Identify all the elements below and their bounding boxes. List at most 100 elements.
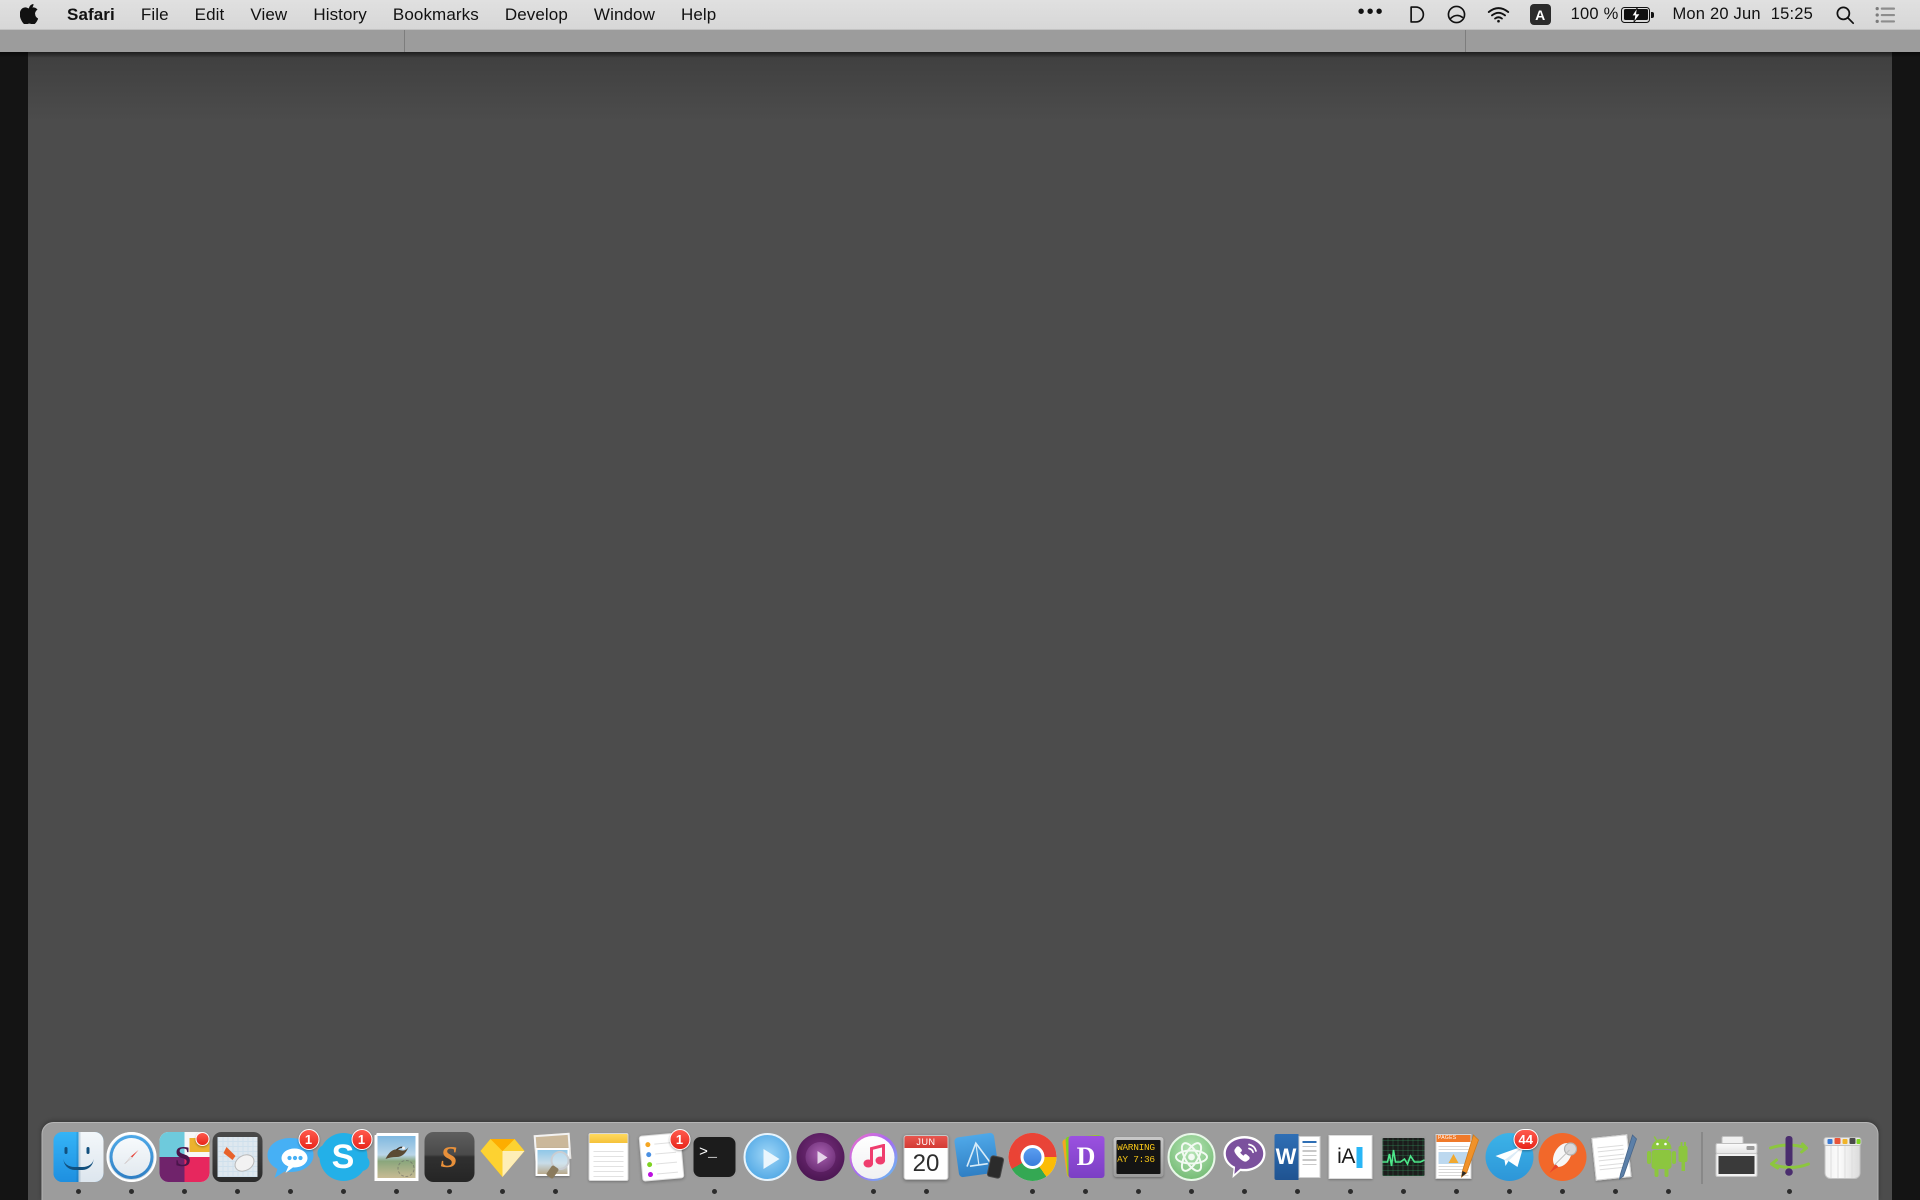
dock-item-skitch[interactable] bbox=[211, 1128, 264, 1200]
battery-percent-label: 100 % bbox=[1571, 5, 1622, 24]
menu-item-edit[interactable]: Edit bbox=[182, 0, 238, 29]
dock-item-skype[interactable]: S 1 bbox=[317, 1128, 370, 1200]
sublime-text-icon: S bbox=[424, 1132, 474, 1182]
dock-item-preview[interactable] bbox=[529, 1128, 582, 1200]
dock-item-finder[interactable] bbox=[52, 1128, 105, 1200]
running-indicator bbox=[1666, 1189, 1671, 1194]
battery-charging-icon bbox=[1621, 7, 1650, 23]
dock-item-notebook[interactable] bbox=[1589, 1128, 1642, 1200]
apple-logo-icon[interactable] bbox=[16, 3, 54, 26]
dock-item-file-transfer[interactable] bbox=[1763, 1128, 1816, 1200]
slack-icon: S bbox=[159, 1132, 209, 1182]
running-indicator bbox=[1507, 1189, 1512, 1194]
menu-item-help[interactable]: Help bbox=[668, 0, 729, 29]
menu-item-file[interactable]: File bbox=[128, 0, 182, 29]
menu-item-window[interactable]: Window bbox=[581, 0, 668, 29]
dock-item-dash[interactable]: D bbox=[1059, 1128, 1112, 1200]
reminders-icon: 1 bbox=[636, 1132, 686, 1182]
dock: S bbox=[42, 1122, 1879, 1200]
running-indicator bbox=[871, 1189, 876, 1194]
dock-item-messages[interactable]: 1 bbox=[264, 1128, 317, 1200]
safari-icon bbox=[106, 1132, 156, 1182]
media-player-icon bbox=[795, 1132, 845, 1182]
ia-writer-icon: iA bbox=[1325, 1132, 1375, 1182]
running-indicator bbox=[1295, 1189, 1300, 1194]
notes-icon bbox=[583, 1132, 633, 1182]
running-indicator bbox=[712, 1189, 717, 1194]
wifi-icon[interactable] bbox=[1477, 0, 1520, 29]
menu-item-view[interactable]: View bbox=[237, 0, 300, 29]
dock-item-activity-monitor[interactable] bbox=[1377, 1128, 1430, 1200]
telegram-badge: 44 bbox=[1514, 1129, 1538, 1150]
dock-item-telegram[interactable]: 44 bbox=[1483, 1128, 1536, 1200]
dock-item-trash[interactable] bbox=[1816, 1128, 1869, 1200]
spotlight-search-icon[interactable] bbox=[1825, 0, 1865, 29]
telegram-icon: 44 bbox=[1484, 1132, 1534, 1182]
running-indicator bbox=[1189, 1189, 1194, 1194]
dock-item-downloads-folder[interactable] bbox=[1710, 1128, 1763, 1200]
menu-item-develop[interactable]: Develop bbox=[492, 0, 581, 29]
clock-date-label: Mon 20 Jun bbox=[1660, 5, 1766, 24]
skype-icon: S 1 bbox=[318, 1132, 368, 1182]
battery-status[interactable]: 100 % bbox=[1561, 0, 1661, 29]
dock-item-microsoft-word[interactable]: W bbox=[1271, 1128, 1324, 1200]
calendar-day-label: 20 bbox=[905, 1148, 948, 1180]
dock-item-xcode[interactable] bbox=[953, 1128, 1006, 1200]
menu-bar-status-area: ••• A bbox=[1348, 0, 1920, 29]
dock-item-android-file-transfer[interactable] bbox=[1642, 1128, 1695, 1200]
keyboard-layout-indicator[interactable]: A bbox=[1520, 0, 1561, 29]
dock-item-reminders[interactable]: 1 bbox=[635, 1128, 688, 1200]
dock-item-mail[interactable] bbox=[370, 1128, 423, 1200]
google-chrome-icon bbox=[1007, 1132, 1057, 1182]
mail-icon bbox=[371, 1132, 421, 1182]
dock-item-media-player[interactable] bbox=[794, 1128, 847, 1200]
dock-item-google-chrome[interactable] bbox=[1006, 1128, 1059, 1200]
running-indicator bbox=[553, 1189, 558, 1194]
calendar-month-label: JUN bbox=[905, 1136, 948, 1148]
warning-line-2: AY 7:36 bbox=[1117, 1154, 1159, 1166]
dock-item-notes[interactable] bbox=[582, 1128, 635, 1200]
terminal-icon: >_ bbox=[689, 1132, 739, 1182]
menu-item-bookmarks[interactable]: Bookmarks bbox=[380, 0, 492, 29]
dock-item-calendar[interactable]: JUN 20 bbox=[900, 1128, 953, 1200]
reminders-badge: 1 bbox=[669, 1129, 690, 1150]
dock-item-viber[interactable] bbox=[1218, 1128, 1271, 1200]
dock-item-ia-writer[interactable]: iA bbox=[1324, 1128, 1377, 1200]
viber-icon bbox=[1219, 1132, 1269, 1182]
menu-item-history[interactable]: History bbox=[300, 0, 380, 29]
warning-line-1: WARNING bbox=[1117, 1142, 1159, 1154]
skitch-icon bbox=[212, 1132, 262, 1182]
dock-item-design-tool[interactable] bbox=[1536, 1128, 1589, 1200]
control-center-icon[interactable] bbox=[1865, 0, 1906, 29]
dock-item-itunes[interactable] bbox=[847, 1128, 900, 1200]
dock-item-warning-display[interactable]: WARNING AY 7:36 bbox=[1112, 1128, 1165, 1200]
quicktime-player-icon bbox=[742, 1132, 792, 1182]
dock-separator bbox=[1702, 1132, 1703, 1184]
calendar-icon: JUN 20 bbox=[901, 1132, 951, 1182]
menu-item-safari[interactable]: Safari bbox=[54, 0, 128, 29]
menu-extras-ellipsis-icon[interactable]: ••• bbox=[1348, 0, 1395, 29]
background-window-edge[interactable] bbox=[0, 30, 1920, 52]
menubar-clock[interactable]: Mon 20 Jun 15:25 bbox=[1660, 0, 1825, 29]
dock-item-pages[interactable]: PAGES bbox=[1430, 1128, 1483, 1200]
dock-item-quicktime-player[interactable] bbox=[741, 1128, 794, 1200]
running-indicator bbox=[924, 1189, 929, 1194]
running-indicator bbox=[394, 1189, 399, 1194]
sketch-icon bbox=[477, 1132, 527, 1182]
messages-icon: 1 bbox=[265, 1132, 315, 1182]
running-indicator bbox=[1787, 1189, 1792, 1194]
running-indicator bbox=[129, 1189, 134, 1194]
dock-item-sketch[interactable] bbox=[476, 1128, 529, 1200]
dock-item-slack[interactable]: S bbox=[158, 1128, 211, 1200]
dock-item-safari[interactable] bbox=[105, 1128, 158, 1200]
running-indicator bbox=[447, 1189, 452, 1194]
running-indicator bbox=[288, 1189, 293, 1194]
dock-item-terminal[interactable]: >_ bbox=[688, 1128, 741, 1200]
pages-icon: PAGES bbox=[1431, 1132, 1481, 1182]
skype-badge: 1 bbox=[351, 1129, 372, 1150]
desktop-surface[interactable] bbox=[28, 52, 1892, 1200]
dock-item-atom[interactable] bbox=[1165, 1128, 1218, 1200]
do-not-disturb-icon[interactable] bbox=[1436, 0, 1477, 29]
dropbox-d-icon[interactable] bbox=[1395, 0, 1436, 29]
dock-item-sublime-text[interactable]: S bbox=[423, 1128, 476, 1200]
